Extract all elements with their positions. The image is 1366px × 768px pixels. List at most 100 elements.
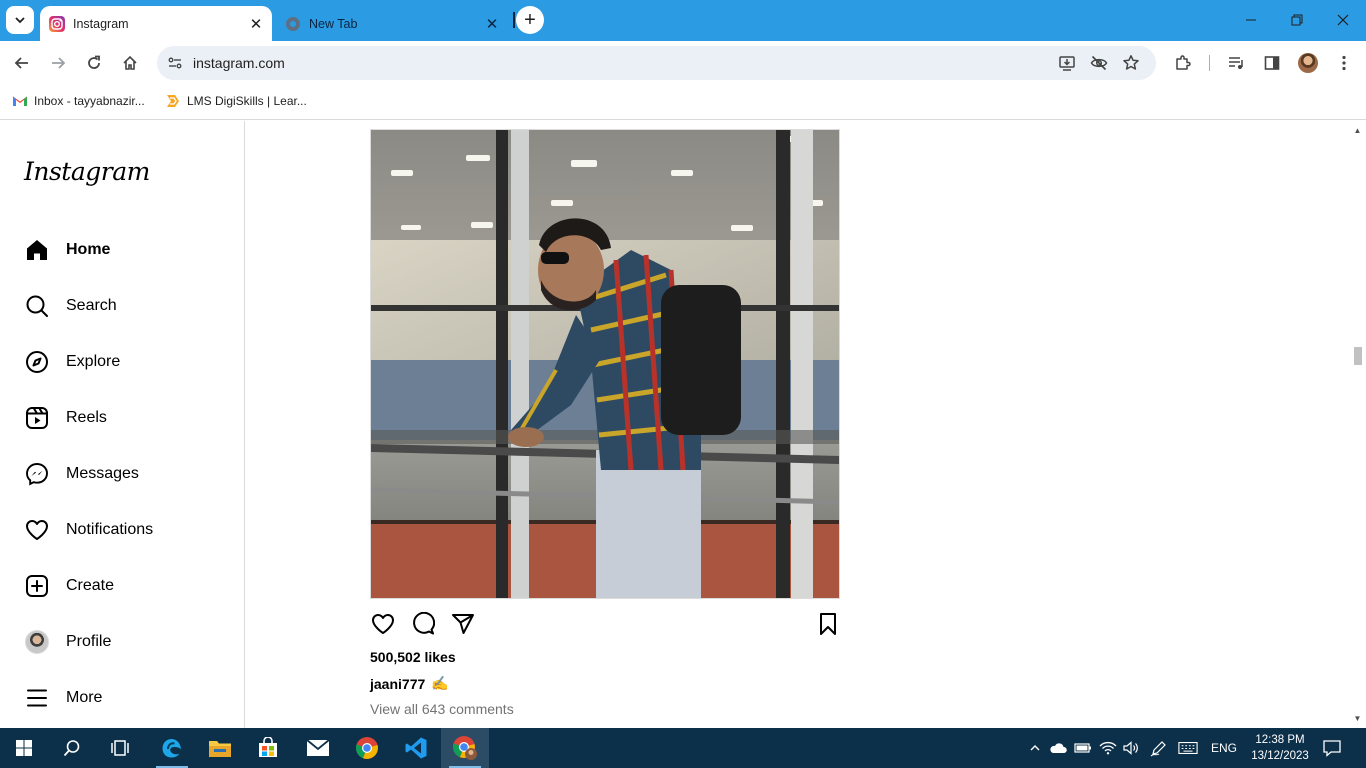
bookmarks-bar: Inbox - tayyabnazir... LMS DigiSkills | … (0, 85, 1366, 120)
writing-hand-emoji: ✍ (431, 675, 449, 691)
comment-button[interactable] (410, 611, 436, 637)
input-language-indicator[interactable]: ENG (1209, 738, 1239, 758)
bookmark-digiskills[interactable]: LMS DigiSkills | Lear... (165, 93, 307, 109)
restore-icon (1291, 14, 1303, 26)
tab-new-tab[interactable]: New Tab ✕ (276, 6, 508, 41)
instagram-favicon-icon (49, 15, 65, 32)
taskbar-store[interactable] (244, 728, 292, 768)
media-queue-icon (1229, 57, 1243, 69)
url-text: instagram.com (193, 55, 285, 71)
taskbar-chrome-profile[interactable] (441, 728, 489, 768)
arrow-right-icon (52, 57, 66, 69)
extensions-button[interactable] (1169, 49, 1197, 77)
feed: 500,502 likes jaani777 ✍ View all 643 co… (370, 121, 840, 728)
task-view-button[interactable] (96, 728, 144, 768)
post-username[interactable]: jaani777 (370, 676, 425, 692)
taskbar-mail[interactable] (294, 728, 342, 768)
scroll-down-icon[interactable]: ▼ (1353, 714, 1362, 723)
sidebar-item-profile[interactable]: Profile (12, 618, 232, 666)
taskbar-chrome[interactable] (343, 728, 391, 768)
back-button[interactable] (8, 49, 36, 77)
reels-icon (24, 405, 50, 431)
sidebar-item-reels[interactable]: Reels (12, 394, 232, 442)
battery-icon[interactable] (1073, 738, 1093, 758)
like-button[interactable] (370, 611, 396, 637)
heart-icon (24, 517, 50, 543)
kebab-menu-icon (1342, 55, 1346, 71)
profile-avatar-icon (24, 629, 50, 655)
taskbar-edge[interactable] (148, 728, 196, 768)
sidebar-item-notifications[interactable]: Notifications (12, 506, 232, 554)
sidebar-item-explore[interactable]: Explore (12, 338, 232, 386)
forward-button[interactable] (44, 49, 72, 77)
send-icon (452, 614, 474, 634)
notification-center-icon[interactable] (1322, 738, 1342, 758)
mail-icon (306, 739, 330, 756)
search-icon (24, 293, 50, 319)
task-view-icon (111, 740, 129, 756)
reload-button[interactable] (80, 49, 108, 77)
eye-off-icon[interactable] (1087, 51, 1111, 75)
comment-icon (413, 612, 435, 635)
chrome-menu-button[interactable] (1330, 49, 1358, 77)
onedrive-icon[interactable] (1048, 738, 1068, 758)
tab-close-icon[interactable]: ✕ (482, 14, 502, 34)
tab-search-button[interactable] (6, 6, 34, 34)
plus-square-icon (24, 573, 50, 599)
post-photo (371, 130, 839, 598)
instagram-sidebar: Instagram Home Search Explore Reels Mess… (0, 121, 245, 728)
bookmark-icon (820, 613, 836, 635)
sidebar-item-label: Create (66, 577, 115, 594)
pen-workspace-icon[interactable] (1149, 738, 1169, 758)
media-controls-button[interactable] (1222, 49, 1250, 77)
chrome-profile-button[interactable] (1294, 49, 1322, 77)
view-comments-link[interactable]: View all 643 comments (370, 701, 514, 717)
start-button[interactable] (0, 728, 48, 768)
taskbar-vscode[interactable] (392, 728, 440, 768)
instagram-page: Instagram Home Search Explore Reels Mess… (0, 121, 1366, 728)
sidebar-item-create[interactable]: Create (12, 562, 232, 610)
browser-toolbar: instagram.com (0, 41, 1366, 85)
show-hidden-icons-button[interactable] (1025, 738, 1045, 758)
share-button[interactable] (450, 611, 476, 637)
tab-instagram[interactable]: Instagram ✕ (40, 6, 272, 41)
scroll-thumb[interactable] (1354, 347, 1362, 365)
minimize-button[interactable] (1231, 6, 1271, 34)
sidebar-item-messages[interactable]: Messages (12, 450, 232, 498)
compass-icon (24, 349, 50, 375)
bookmark-gmail[interactable]: Inbox - tayyabnazir... (12, 93, 145, 109)
restore-button[interactable] (1277, 6, 1317, 34)
close-icon (1337, 14, 1349, 26)
sidebar-item-home[interactable]: Home (12, 226, 232, 274)
tab-close-icon[interactable]: ✕ (246, 14, 266, 34)
gmail-icon (12, 93, 28, 109)
page-scrollbar[interactable]: ▲ ▼ (1349, 121, 1366, 728)
tab-title: Instagram (73, 16, 129, 31)
instagram-logo[interactable]: Instagram (24, 157, 150, 186)
wifi-icon[interactable] (1098, 738, 1118, 758)
taskbar-search-button[interactable] (48, 728, 96, 768)
reload-icon (88, 55, 100, 69)
install-app-icon[interactable] (1055, 51, 1079, 75)
taskbar-file-explorer[interactable] (196, 728, 244, 768)
toolbar-separator (1209, 55, 1210, 71)
side-panel-button[interactable] (1258, 49, 1286, 77)
home-button[interactable] (116, 49, 144, 77)
volume-icon[interactable] (1121, 738, 1141, 758)
close-window-button[interactable] (1323, 6, 1363, 34)
post-image[interactable] (370, 129, 840, 599)
address-bar[interactable]: instagram.com (157, 46, 1156, 80)
new-tab-button[interactable]: + (516, 6, 544, 34)
save-button[interactable] (815, 611, 841, 637)
likes-count[interactable]: 500,502 likes (370, 649, 456, 665)
scroll-up-icon[interactable]: ▲ (1353, 126, 1362, 135)
chevron-down-icon (15, 17, 25, 24)
bookmark-star-icon[interactable] (1119, 51, 1143, 75)
search-icon (63, 740, 80, 757)
site-info-icon[interactable] (163, 51, 187, 75)
sidebar-item-search[interactable]: Search (12, 282, 232, 330)
taskbar-clock[interactable]: 12:38 PM 13/12/2023 (1249, 732, 1311, 764)
sidebar-item-label: Home (66, 241, 111, 258)
touch-keyboard-icon[interactable] (1178, 738, 1198, 758)
sidebar-item-more[interactable]: More (12, 674, 232, 722)
